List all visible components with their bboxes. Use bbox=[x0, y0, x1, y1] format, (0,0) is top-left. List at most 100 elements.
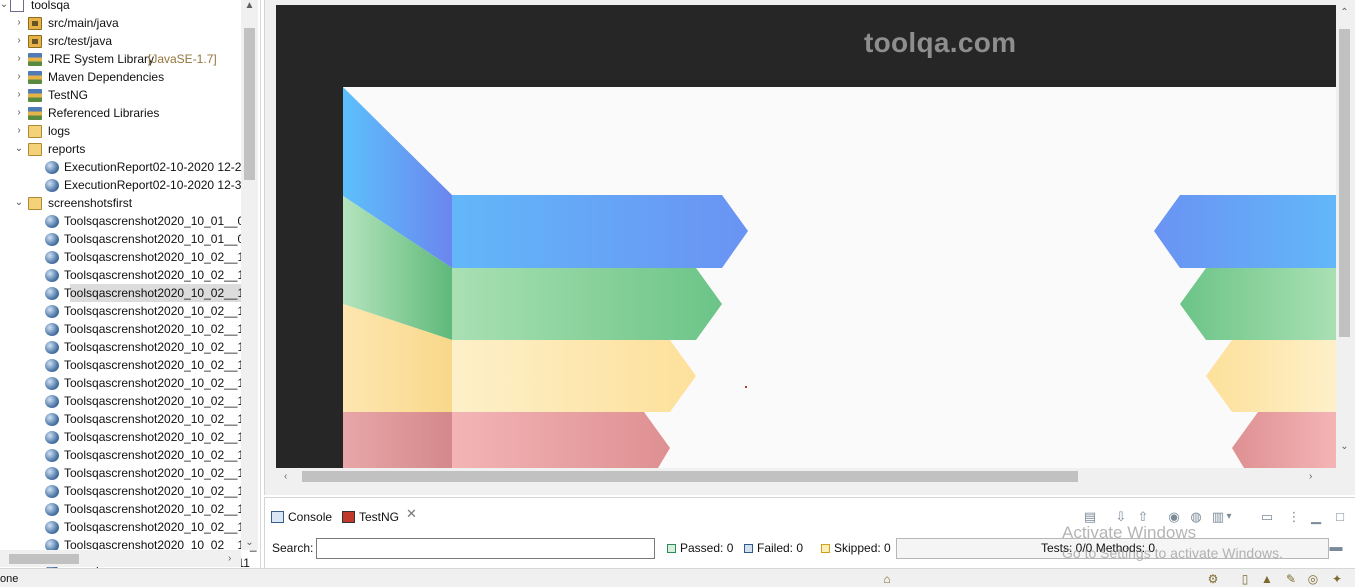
tree-item[interactable]: Toolsqascrenshot2020_10_02__11_ bbox=[0, 428, 257, 446]
tree-item[interactable]: Toolsqascrenshot2020_10_01__03_ bbox=[0, 230, 258, 248]
search-label: Search: bbox=[272, 541, 314, 555]
tree-vscroll-thumb[interactable] bbox=[244, 28, 255, 180]
chevron-right-icon[interactable]: › bbox=[14, 104, 24, 122]
editor-horizontal-scrollbar[interactable]: ‹ › bbox=[276, 468, 1336, 485]
tree-hscroll-thumb[interactable] bbox=[9, 554, 79, 564]
passed-label: Passed: 0 bbox=[680, 541, 734, 555]
maximize-icon[interactable]: □ bbox=[1332, 509, 1348, 525]
tree-item[interactable]: › src/test/java bbox=[0, 32, 241, 50]
tree-horizontal-scrollbar[interactable]: › bbox=[0, 550, 241, 567]
tree-item[interactable]: Toolsqascrenshot2020_10_02__11_ bbox=[0, 392, 257, 410]
book-icon[interactable]: ▯ bbox=[1238, 572, 1252, 586]
chevron-down-icon[interactable]: ▾ bbox=[1215, 509, 1243, 525]
project-tree: ⌄ toolsqa › src/main/java › src/test/java › JRE… bbox=[0, 0, 258, 568]
tree-item[interactable]: Toolsqascrenshot2020_10_01__01_ bbox=[0, 212, 258, 230]
close-icon[interactable]: ✕ bbox=[406, 506, 417, 522]
chevron-right-icon[interactable]: › bbox=[14, 14, 24, 32]
chevron-right-icon[interactable]: › bbox=[14, 68, 24, 86]
chevron-down-icon[interactable]: ⌄ bbox=[14, 140, 24, 158]
tree-item[interactable]: Toolsqascrenshot2020_10_02__11_ bbox=[0, 302, 257, 320]
arrow-left-blue bbox=[452, 195, 748, 268]
chevron-right-icon[interactable]: › bbox=[228, 550, 231, 567]
scroll-up-icon[interactable]: ▲ bbox=[244, 0, 255, 11]
web-file-icon bbox=[45, 287, 59, 300]
chevron-down-icon[interactable]: ⌄ bbox=[244, 537, 255, 548]
chevron-down-icon[interactable]: ⌄ bbox=[14, 194, 24, 212]
view-menu-icon[interactable]: ⋮ bbox=[1286, 509, 1302, 525]
tasks-icon[interactable]: ⚙ bbox=[1206, 572, 1220, 586]
tutorial-icon[interactable]: ▲ bbox=[1260, 572, 1274, 586]
chevron-right-icon[interactable]: › bbox=[1309, 468, 1312, 485]
tab-console-label: Console bbox=[288, 510, 333, 524]
tree-item[interactable]: Toolsqascrenshot2020_10_02__11_ bbox=[0, 356, 257, 374]
tree-item-label: Toolsqascrenshot2020_10_01__03_ bbox=[64, 232, 258, 246]
tree-item-label: Toolsqascrenshot2020_10_02__11_ bbox=[64, 412, 257, 426]
chevron-right-icon[interactable]: › bbox=[14, 122, 24, 140]
web-file-icon bbox=[45, 395, 59, 408]
tree-item-label: src/test/java bbox=[48, 34, 113, 48]
web-file-icon bbox=[45, 251, 59, 264]
lightbulb-icon[interactable]: ✦ bbox=[1330, 572, 1344, 586]
tree-item[interactable]: › logs bbox=[0, 122, 241, 140]
tree-item[interactable]: Toolsqascrenshot2020_10_02__11_ bbox=[0, 410, 257, 428]
pencil-icon[interactable]: ✎ bbox=[1284, 572, 1298, 586]
tree-item[interactable]: Toolsqascrenshot2020_10_02__11_ bbox=[0, 338, 257, 356]
chevron-right-icon[interactable]: › bbox=[14, 32, 24, 50]
web-file-icon bbox=[45, 431, 59, 444]
tree-item-label: Toolsqascrenshot2020_10_02__11_ bbox=[64, 304, 257, 318]
fold-red bbox=[343, 412, 452, 468]
tree-item[interactable]: Toolsqascrenshot2020_10_02__11_ bbox=[0, 464, 257, 482]
passed-count: Passed: 0 bbox=[667, 541, 733, 555]
chevron-right-icon[interactable]: › bbox=[14, 86, 24, 104]
tree-item[interactable]: ⌄ reports bbox=[0, 140, 241, 158]
tree-item-label: Toolsqascrenshot2020_10_02__11_ bbox=[64, 502, 257, 516]
tree-item[interactable]: Toolsqascrenshot2020_10_02__11_ bbox=[0, 482, 257, 500]
tree-item-label: Toolsqascrenshot2020_10_02__11_ bbox=[64, 430, 257, 444]
failed-label: Failed: 0 bbox=[757, 541, 804, 555]
folder-icon bbox=[28, 143, 42, 156]
tab-console[interactable]: Console bbox=[271, 506, 337, 528]
tree-item[interactable]: Toolsqascrenshot2020_10_02__11_ bbox=[0, 374, 257, 392]
tree-item[interactable]: › TestNG bbox=[0, 86, 241, 104]
tree-item[interactable]: › Referenced Libraries bbox=[0, 104, 241, 122]
heart-icon[interactable]: ◎ bbox=[1306, 572, 1320, 586]
chevron-right-icon[interactable]: › bbox=[14, 50, 24, 68]
tree-item[interactable]: Toolsqascrenshot2020_10_02__11_ bbox=[0, 446, 257, 464]
tree-item[interactable]: ⌄ screenshotsfirst bbox=[0, 194, 241, 212]
tree-item[interactable]: › Maven Dependencies bbox=[0, 68, 241, 86]
chevron-left-icon[interactable]: ‹ bbox=[284, 468, 287, 485]
search-input[interactable] bbox=[316, 538, 655, 559]
activate-windows-title: Activate Windows bbox=[1062, 523, 1197, 542]
tree-vertical-scrollbar[interactable]: ▲ ⌄ bbox=[241, 0, 258, 550]
editor-vertical-scrollbar[interactable]: ⌃ ⌄ bbox=[1336, 5, 1353, 463]
chevron-down-icon[interactable]: ⌄ bbox=[1339, 441, 1350, 452]
chevron-down-icon[interactable]: ⌄ bbox=[0, 0, 9, 14]
editor-hscroll-thumb[interactable] bbox=[302, 471, 1078, 482]
tree-item[interactable]: ExecutionReport02-10-2020 12-29 bbox=[0, 158, 248, 176]
tree-item[interactable]: Toolsqascrenshot2020_10_02__11_ bbox=[0, 266, 257, 284]
tree-item-label: Toolsqascrenshot2020_10_01__01_ bbox=[64, 214, 258, 228]
tree-item[interactable]: Toolsqascrenshot2020_10_02__11_ bbox=[0, 320, 257, 338]
tree-item[interactable]: › src/main/java bbox=[0, 14, 241, 32]
tree-item-label: TestNG bbox=[48, 88, 89, 102]
minimize-icon[interactable]: ▁ bbox=[1308, 509, 1324, 525]
chevron-up-icon[interactable]: ⌃ bbox=[1339, 7, 1350, 18]
tree-item-label: Toolsqascrenshot2020_10_02__11_ bbox=[64, 268, 257, 282]
tree-item[interactable]: Toolsqascrenshot2020_10_02__11_ bbox=[45, 284, 257, 302]
tree-item[interactable]: › JRE System Library [JavaSE-1.7] bbox=[0, 50, 241, 68]
perspective-icon[interactable]: ⌂ bbox=[880, 572, 894, 586]
tree-item-label: screenshotsfirst bbox=[48, 196, 133, 210]
collapse-icon[interactable]: ▬ bbox=[1328, 539, 1344, 555]
tree-item[interactable]: ⌄ toolsqa bbox=[0, 0, 241, 14]
tree-item[interactable]: Toolsqascrenshot2020_10_02__11_ bbox=[0, 500, 257, 518]
tree-item[interactable]: Toolsqascrenshot2020_10_02__11_ bbox=[0, 248, 257, 266]
tab-testng-label: TestNG bbox=[359, 510, 400, 524]
editor-vscroll-thumb[interactable] bbox=[1339, 29, 1350, 337]
tree-item-label: toolsqa bbox=[31, 0, 70, 12]
tree-item[interactable]: Toolsqascrenshot2020_10_02__11_ bbox=[0, 518, 257, 536]
tree-item[interactable]: ExecutionReport02-10-2020 12-30 bbox=[0, 176, 248, 194]
layout-icon[interactable]: ▭ bbox=[1259, 509, 1275, 525]
status-bar: one ⌂ ⚙ ▯ ▲ ✎ ◎ ✦ bbox=[0, 568, 1355, 587]
library-icon bbox=[28, 53, 42, 66]
web-file-icon bbox=[45, 269, 59, 282]
